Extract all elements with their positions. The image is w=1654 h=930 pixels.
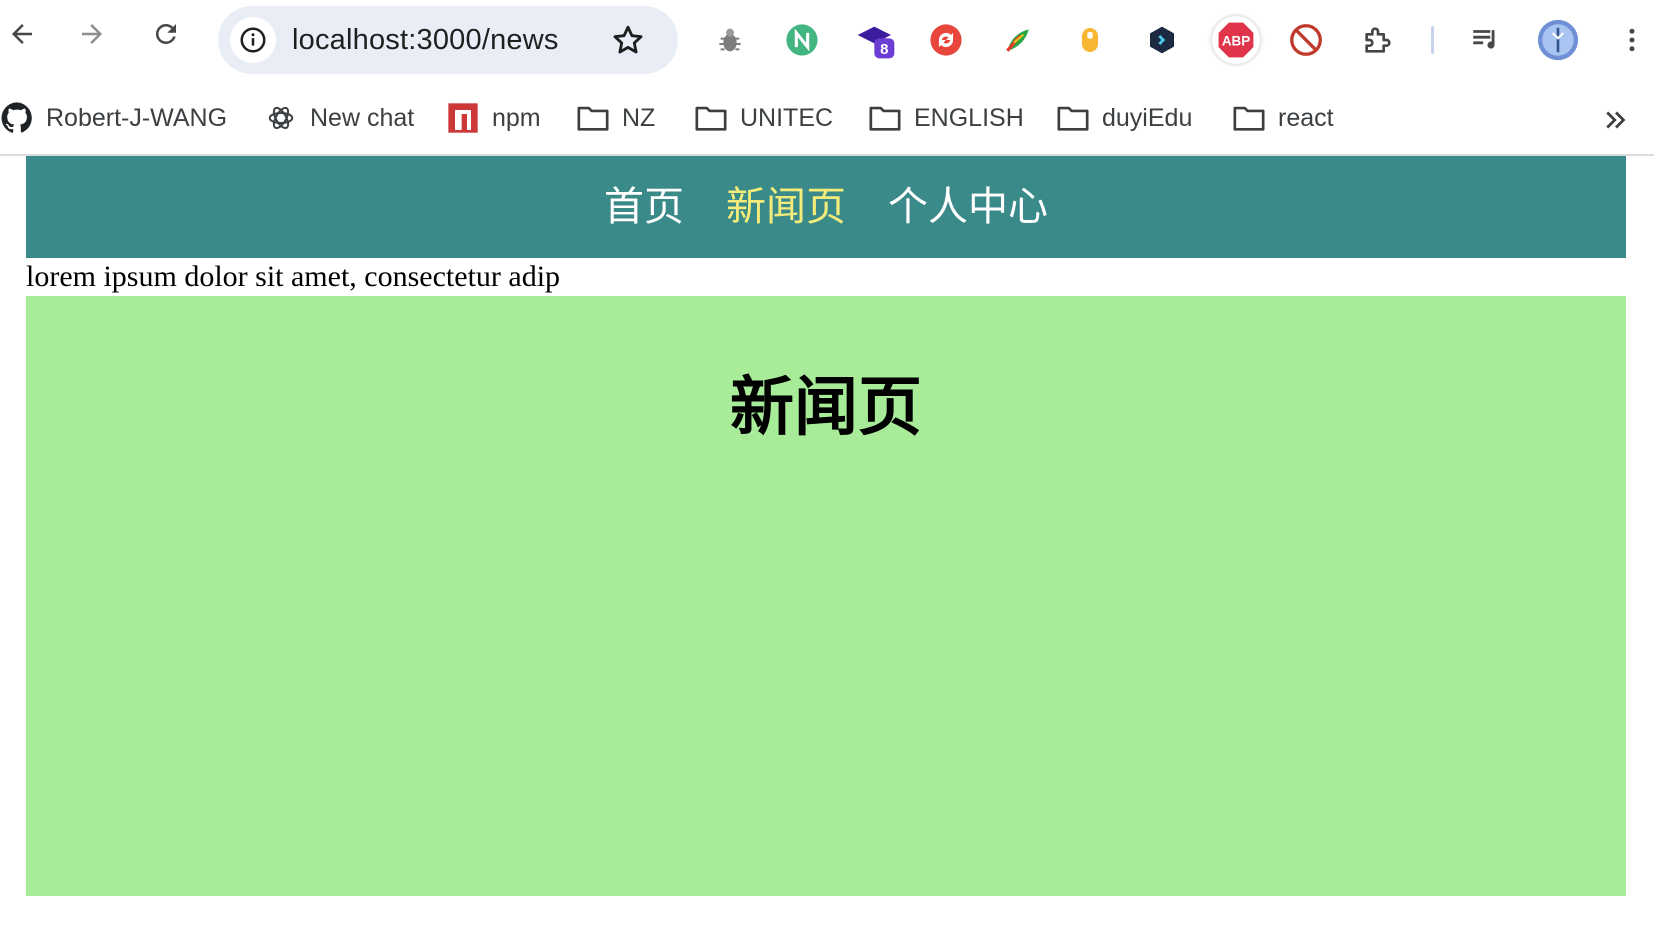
bookmark-folder-duyiedu[interactable]: duyiEdu [1056,100,1192,136]
badge-count: 8 [880,41,888,58]
reload-icon [155,23,176,44]
puzzle-icon [1365,27,1391,53]
media-controls-button[interactable] [1466,20,1506,60]
bookmark-label: ENGLISH [914,103,1024,132]
code-extension-button[interactable] [1142,20,1182,60]
back-button[interactable] [2,14,42,54]
extensions-button[interactable] [1358,20,1398,60]
bookmark-label: react [1278,103,1334,132]
mouse-extension-button[interactable] [1070,20,1110,60]
playlist-icon [1473,30,1495,49]
toolbar-separator [1431,26,1434,54]
folder-icon [1232,101,1266,135]
grad-extension-button[interactable]: 8 [856,20,896,60]
nav-link-home[interactable]: 首页 [604,156,684,258]
npm-icon [446,101,480,135]
browser-menu-button[interactable] [1612,20,1652,60]
bookmark-star-button[interactable] [610,22,646,58]
bookmark-label: UNITEC [740,103,834,132]
page-viewport: 首页 新闻页 个人中心 lorem ipsum dolor sit amet, … [0,156,1654,930]
folder-icon [694,101,728,135]
github-icon [0,101,34,135]
sync-icon [930,24,962,56]
bookmark-npm[interactable]: npm [446,100,541,136]
bookmark-new-chat[interactable]: New chat [264,100,414,136]
code-icon [1150,26,1174,54]
nuxt-icon [786,24,818,56]
more-bookmarks-button[interactable] [1598,102,1634,138]
browser-toolbar: localhost:3000/news 8 ABP [0,0,1654,80]
url-text[interactable]: localhost:3000/news [292,24,559,57]
feather-icon [1006,29,1029,52]
folder-icon [1056,101,1090,135]
page-title: 新闻页 [730,370,922,445]
info-icon [240,27,266,53]
bookmark-folder-english[interactable]: ENGLISH [868,100,1024,136]
site-info-button[interactable] [230,17,276,63]
bug-extension-button[interactable] [710,20,750,60]
lorem-text: lorem ipsum dolor sit amet, consectetur … [26,260,561,293]
star-icon [613,25,643,54]
bookmark-label: NZ [622,103,656,132]
adblock-plus-icon: ABP [1218,22,1254,58]
feather-extension-button[interactable] [998,20,1038,60]
bookmark-folder-unitec[interactable]: UNITEC [694,100,833,136]
bookmark-label: New chat [310,103,415,132]
bookmark-label: npm [492,103,541,132]
menu-icon [1629,28,1635,52]
folder-icon [868,101,902,135]
block-icon [1290,24,1322,56]
avatar [1537,19,1579,61]
nuxt-extension-button[interactable] [782,20,822,60]
nav-link-news[interactable]: 新闻页 [726,156,846,258]
abp-label: ABP [1222,34,1250,49]
profile-button[interactable] [1536,18,1580,62]
back-arrow-icon [12,24,32,44]
block-extension-button[interactable] [1286,20,1326,60]
bug-icon [719,28,741,52]
adblock-plus-button[interactable]: ABP [1212,16,1260,64]
bookmark-label: duyiEdu [1102,103,1193,132]
sync-extension-button[interactable] [926,20,966,60]
address-bar[interactable]: localhost:3000/news [218,6,678,74]
news-panel: 新闻页 [26,296,1626,896]
app-navbar: 首页 新闻页 个人中心 [26,156,1626,258]
folder-icon [576,101,610,135]
bookmark-github[interactable]: Robert-J-WANG [0,100,227,136]
bookmark-folder-react[interactable]: react [1232,100,1334,136]
nav-link-profile[interactable]: 个人中心 [888,156,1048,258]
mouse-icon [1082,28,1098,52]
bookmark-label: Robert-J-WANG [46,103,228,132]
bookmarks-bar: Robert-J-WANG New chat npm NZ UNITEC ENG… [0,84,1654,156]
forward-arrow-icon [82,24,102,44]
grad-cap-icon: 8 [857,26,895,59]
openai-icon [264,101,298,135]
double-chevron-right-icon [1606,111,1626,129]
bookmark-folder-nz[interactable]: NZ [576,100,655,136]
forward-button[interactable] [72,14,112,54]
reload-button[interactable] [146,14,186,54]
